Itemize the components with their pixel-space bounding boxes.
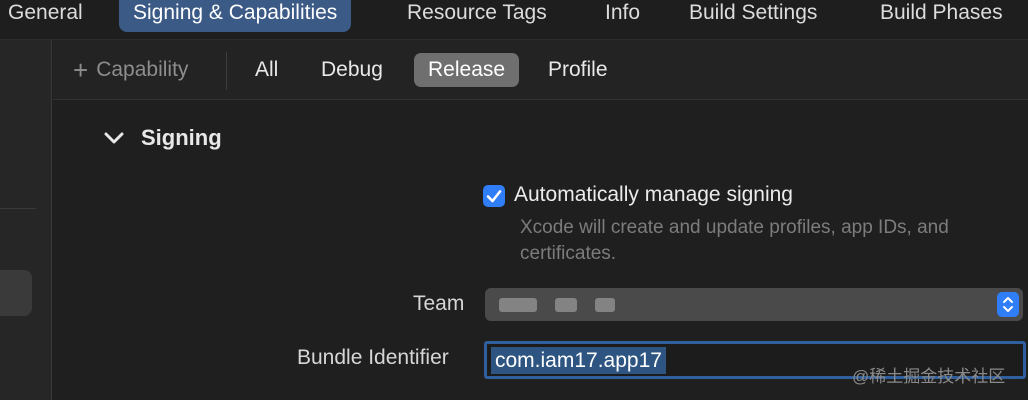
bundle-identifier-value: com.iam17.app17 xyxy=(491,347,666,374)
redacted-team-text xyxy=(555,298,577,312)
redacted-team-text xyxy=(595,298,615,312)
add-capability-label: Capability xyxy=(96,58,189,81)
tab-build-phases[interactable]: Build Phases xyxy=(880,0,1003,32)
team-popup[interactable] xyxy=(485,288,1023,321)
tab-build-settings[interactable]: Build Settings xyxy=(689,0,817,32)
plus-icon: + xyxy=(73,55,89,85)
redacted-team-text xyxy=(499,298,537,312)
filter-divider xyxy=(226,52,227,90)
tab-info[interactable]: Info xyxy=(605,0,640,32)
segment-debug[interactable]: Debug xyxy=(307,53,397,87)
segment-release[interactable]: Release xyxy=(414,53,520,87)
configuration-filter-bar: + Capability All Debug Release Profile xyxy=(53,40,1028,100)
tab-resource-tags[interactable]: Resource Tags xyxy=(407,0,547,32)
sidebar-divider xyxy=(0,208,36,209)
watermark: @稀土掘金技术社区 xyxy=(852,367,1006,386)
signing-content: Signing Automatically manage signing Xco… xyxy=(53,101,1028,400)
checkmark-icon xyxy=(486,190,502,203)
segment-profile[interactable]: Profile xyxy=(534,53,622,87)
editor-tab-bar: General Signing & Capabilities Resource … xyxy=(0,0,1028,40)
auto-manage-signing-checkbox[interactable] xyxy=(483,185,505,207)
sidebar-selected-item[interactable] xyxy=(0,270,32,316)
auto-manage-signing-label: Automatically manage signing xyxy=(514,183,793,206)
signing-section-header[interactable]: Signing xyxy=(103,123,222,153)
popup-stepper-icon xyxy=(997,292,1019,317)
tab-signing-capabilities[interactable]: Signing & Capabilities xyxy=(119,0,352,32)
targets-sidebar xyxy=(0,40,52,400)
auto-manage-signing-hint: Xcode will create and update profiles, a… xyxy=(520,217,949,264)
section-title: Signing xyxy=(141,125,222,150)
tab-general[interactable]: General xyxy=(8,0,83,32)
team-label: Team xyxy=(413,292,465,315)
bundle-identifier-label: Bundle Identifier xyxy=(297,346,449,369)
add-capability-button[interactable]: + Capability xyxy=(73,56,188,84)
chevron-down-icon xyxy=(104,132,124,144)
segment-all[interactable]: All xyxy=(241,53,292,87)
